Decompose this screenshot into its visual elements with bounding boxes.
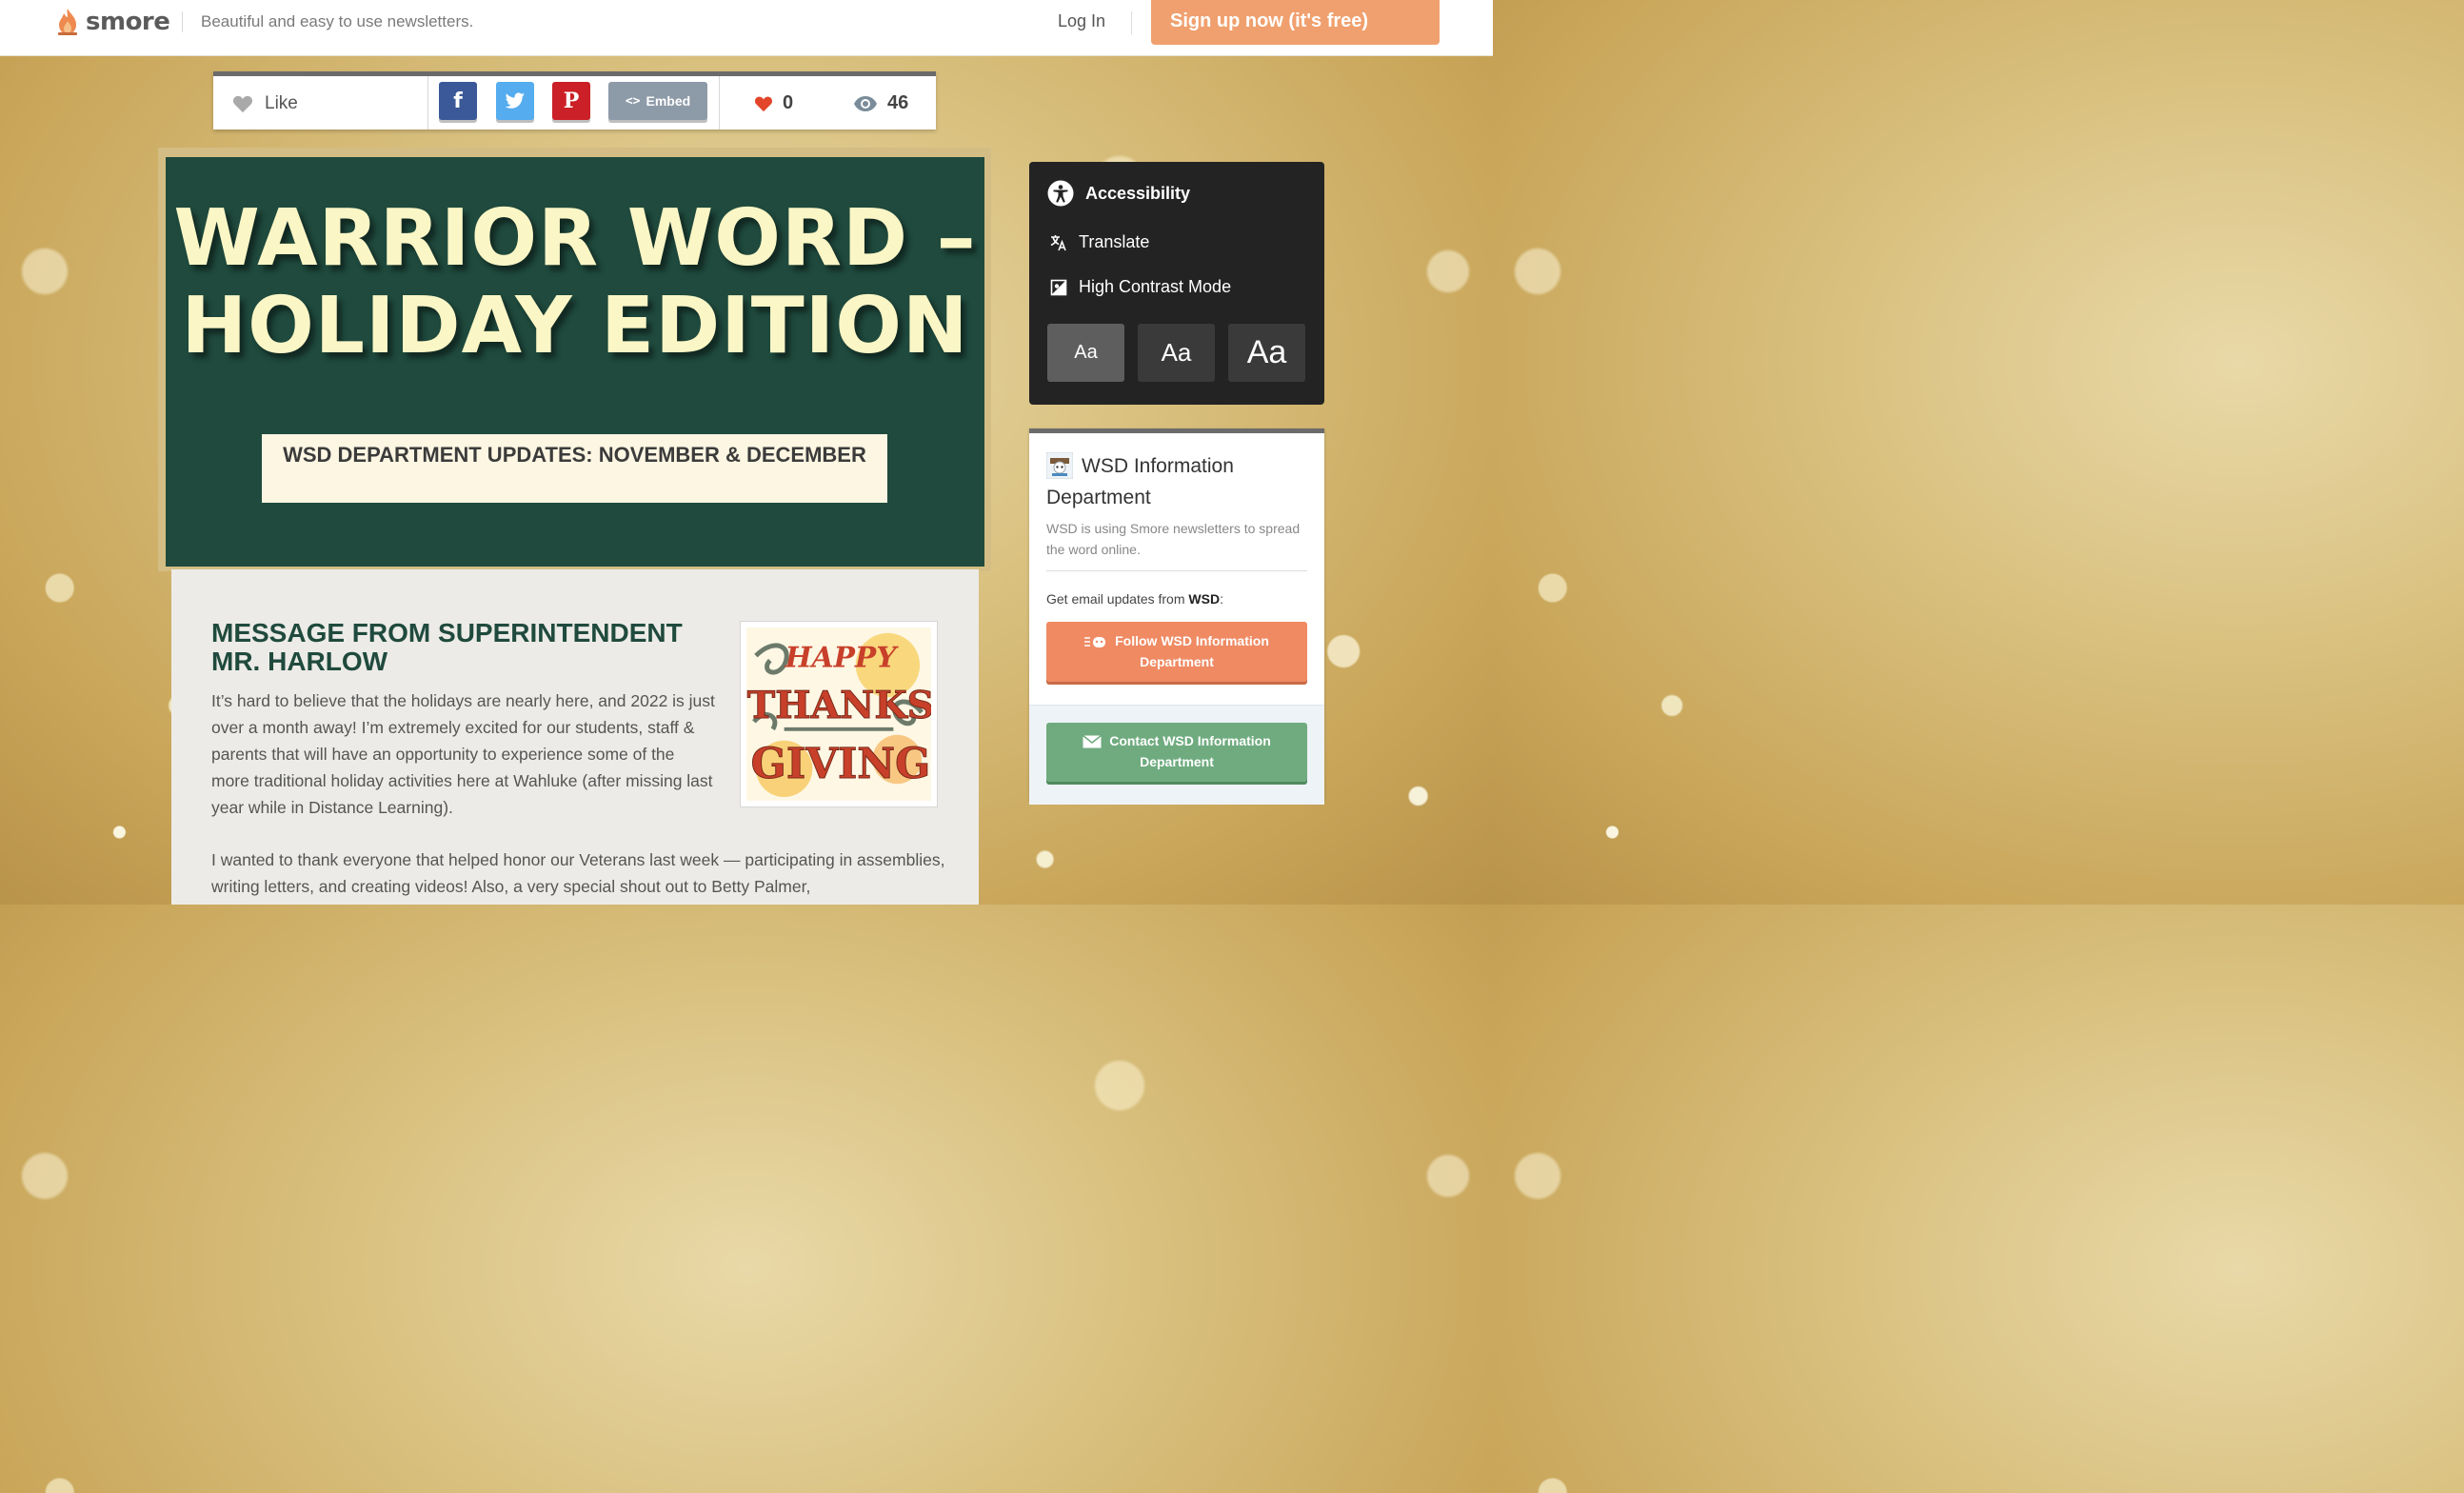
newsletter-content: MESSAGE FROM SUPERINTENDENT MR. HARLOW I… xyxy=(171,569,979,905)
envelope-icon xyxy=(1083,735,1103,748)
heart-icon xyxy=(754,96,773,111)
email-updates-text: Get email updates from WSD: xyxy=(1046,591,1223,607)
smore-logo[interactable]: smore xyxy=(55,8,170,36)
divider xyxy=(182,11,183,32)
divider xyxy=(1131,11,1132,34)
section-paragraph: I wanted to thank everyone that helped h… xyxy=(211,850,945,896)
pinterest-icon: P xyxy=(563,89,580,113)
image-text-giving: GIVING xyxy=(751,740,931,788)
contact-section: Contact WSD Information Department xyxy=(1029,705,1324,805)
views-value: 46 xyxy=(887,92,909,113)
contact-label: Contact WSD Information Department xyxy=(1109,733,1271,769)
organization-description: WSD is using Smore newsletters to spread… xyxy=(1046,521,1301,557)
embed-label: Embed xyxy=(646,93,691,109)
font-size-medium-button[interactable]: Aa xyxy=(1138,324,1215,382)
translate-option[interactable]: Translate xyxy=(1049,232,1149,252)
social-share-bar: Like f P <> Embed 0 46 xyxy=(213,71,936,129)
heart-icon xyxy=(232,95,253,113)
signup-button[interactable]: Sign up now (it's free) xyxy=(1151,0,1440,45)
email-suffix: : xyxy=(1220,591,1223,607)
happy-thanksgiving-illustration: HAPPY THANKS GIVING xyxy=(746,627,935,801)
divider xyxy=(719,76,720,129)
like-button[interactable]: Like xyxy=(232,93,298,114)
follow-label: Follow WSD Information Department xyxy=(1115,633,1269,669)
pinterest-share-button[interactable]: P xyxy=(552,82,590,120)
newsletter-subtitle: WSD DEPARTMENT UPDATES: NOVEMBER & DECEM… xyxy=(262,434,887,503)
code-icon: <> xyxy=(625,93,641,109)
smore-flame-icon xyxy=(58,9,77,35)
email-org: WSD xyxy=(1188,591,1221,607)
embed-button[interactable]: <> Embed xyxy=(608,82,707,120)
twitter-share-button[interactable] xyxy=(496,82,534,120)
follow-icon xyxy=(1084,637,1106,648)
publisher-info-panel: WSD Information Department WSD is using … xyxy=(1029,428,1324,805)
hearts-count: 0 xyxy=(754,92,793,114)
top-navigation-bar: smore Beautiful and easy to use newslett… xyxy=(0,0,1493,56)
accessibility-panel: Accessibility Translate High Contrast Mo… xyxy=(1029,162,1324,405)
login-link[interactable]: Log In xyxy=(1058,11,1105,31)
image-text-happy: HAPPY xyxy=(785,641,900,674)
section-heading: MESSAGE FROM SUPERINTENDENT MR. HARLOW xyxy=(211,618,683,676)
title-line-1: WARRIOR WORD – xyxy=(173,193,977,284)
accessibility-title: Accessibility xyxy=(1085,183,1191,203)
high-contrast-option[interactable]: High Contrast Mode xyxy=(1049,277,1231,297)
divider xyxy=(427,76,428,129)
thanksgiving-image[interactable]: HAPPY THANKS GIVING xyxy=(740,621,938,807)
twitter-icon xyxy=(505,92,525,109)
organization-name[interactable]: WSD Information Department xyxy=(1046,450,1313,513)
eye-icon xyxy=(854,95,877,111)
font-size-large-button[interactable]: Aa xyxy=(1228,324,1305,382)
high-contrast-label: High Contrast Mode xyxy=(1079,277,1232,296)
views-count: 46 xyxy=(853,92,908,114)
hearts-value: 0 xyxy=(783,92,794,113)
divider xyxy=(1046,570,1307,571)
brand-name: smore xyxy=(86,8,170,36)
facebook-icon: f xyxy=(453,89,463,113)
translate-icon xyxy=(1050,234,1066,250)
title-line-2: HOLIDAY EDITION xyxy=(181,281,969,371)
email-prefix: Get email updates from xyxy=(1046,591,1189,607)
facebook-share-button[interactable]: f xyxy=(439,82,477,120)
accessibility-header: Accessibility xyxy=(1047,180,1190,207)
follow-button[interactable]: Follow WSD Information Department xyxy=(1046,622,1307,682)
accessibility-icon xyxy=(1047,180,1074,207)
newsletter-title: WARRIOR WORD – HOLIDAY EDITION xyxy=(166,195,984,370)
section-paragraph: It’s hard to believe that the holidays a… xyxy=(211,691,715,817)
translate-label: Translate xyxy=(1079,232,1150,251)
contrast-icon xyxy=(1050,279,1067,295)
image-text-thanks: THANKS xyxy=(747,684,931,727)
like-label: Like xyxy=(265,93,298,113)
font-size-small-button[interactable]: Aa xyxy=(1047,324,1124,382)
newsletter-header: WARRIOR WORD – HOLIDAY EDITION WSD DEPAR… xyxy=(166,157,984,567)
tagline: Beautiful and easy to use newsletters. xyxy=(201,12,474,30)
contact-button[interactable]: Contact WSD Information Department xyxy=(1046,723,1307,782)
